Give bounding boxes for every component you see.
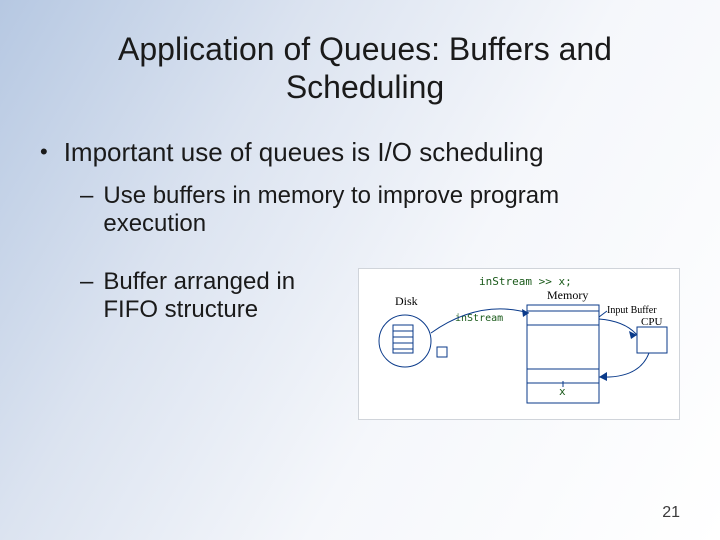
- page-number: 21: [662, 504, 680, 522]
- slide-title: Application of Queues: Buffers and Sched…: [80, 30, 650, 107]
- bullet-level1: • Important use of queues is I/O schedul…: [40, 137, 690, 168]
- buffer-diagram: inStream >> x; Disk inStream: [358, 268, 680, 420]
- disk-icon: [379, 315, 431, 367]
- cpu-label: CPU: [641, 316, 662, 328]
- disk-label: Disk: [395, 294, 418, 308]
- bullet-text: Use buffers in memory to improve program…: [103, 182, 640, 238]
- block-icon: [437, 347, 447, 357]
- bullet-text: Buffer arranged in FIFO structure: [103, 268, 340, 324]
- diagram-caption: inStream >> x;: [479, 275, 572, 288]
- bullet-dash-icon: –: [80, 182, 93, 210]
- bullet-text: Important use of queues is I/O schedulin…: [64, 137, 544, 168]
- memory-label: Memory: [547, 288, 588, 302]
- input-buffer-box: [527, 311, 599, 325]
- bullet-level2: – Use buffers in memory to improve progr…: [80, 182, 640, 238]
- cpu-box-icon: [637, 327, 667, 353]
- bullet-dash-icon: –: [80, 268, 93, 296]
- slide: Application of Queues: Buffers and Sched…: [0, 0, 720, 540]
- input-buffer-label: Input Buffer: [607, 305, 657, 316]
- bullet-level2: – Buffer arranged in FIFO structure: [80, 268, 340, 324]
- instream-label: inStream: [455, 313, 503, 324]
- content-row: – Buffer arranged in FIFO structure inSt…: [40, 268, 690, 420]
- diagram-svg: inStream >> x; Disk inStream: [359, 269, 679, 419]
- bullet-dot-icon: •: [40, 137, 48, 167]
